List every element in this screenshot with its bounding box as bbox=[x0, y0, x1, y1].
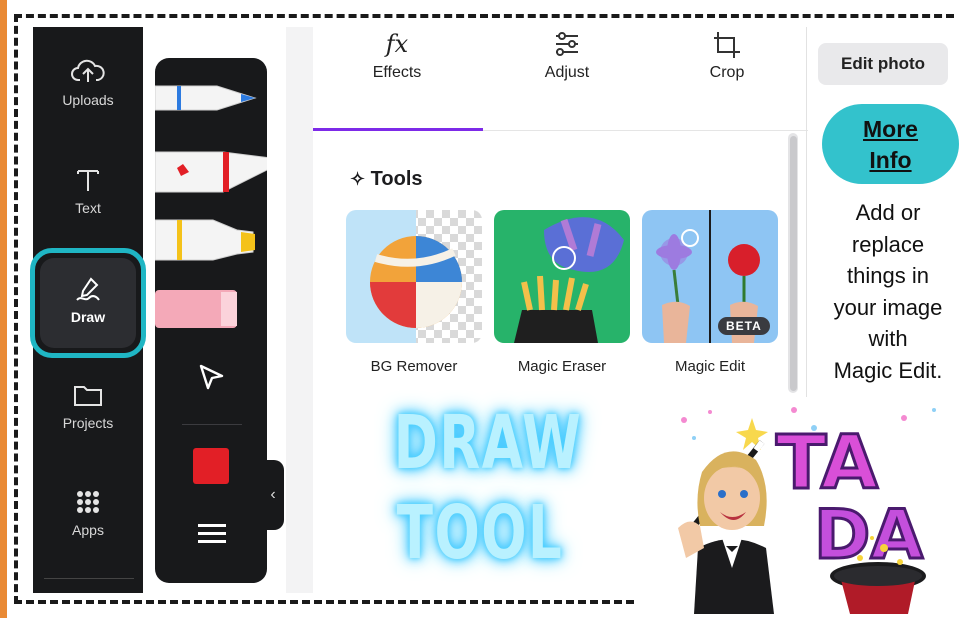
more-info-line1: More bbox=[863, 116, 918, 142]
bg-remover-card[interactable] bbox=[346, 210, 482, 343]
sidebar-item-label: Draw bbox=[70, 309, 106, 325]
text-icon bbox=[77, 170, 99, 191]
draw-icon bbox=[76, 277, 100, 301]
active-tab-indicator bbox=[313, 128, 483, 131]
tab-crop[interactable]: Crop bbox=[652, 30, 802, 82]
avatar bbox=[678, 451, 774, 614]
sparkle-icon: ✧ bbox=[350, 169, 366, 189]
bg-remover-thumbnail bbox=[346, 210, 482, 343]
sidebar-divider bbox=[44, 578, 134, 579]
menu-icon[interactable] bbox=[198, 520, 226, 548]
select-arrow-icon[interactable] bbox=[196, 362, 226, 392]
tools-heading: ✧ Tools bbox=[350, 168, 423, 191]
sidebar-item-text[interactable]: Text bbox=[33, 166, 143, 216]
sidebar-item-label: Text bbox=[75, 200, 101, 216]
color-swatch[interactable] bbox=[193, 448, 229, 484]
scrollbar-thumb[interactable] bbox=[790, 136, 797, 391]
sidebar-item-label: Projects bbox=[62, 415, 114, 431]
tab-adjust[interactable]: Adjust bbox=[492, 30, 642, 82]
orange-edge-bar bbox=[0, 0, 7, 618]
sidebar-item-draw[interactable]: Draw bbox=[33, 275, 143, 325]
dashed-frame-bottom bbox=[14, 600, 634, 604]
sidebar-item-projects[interactable]: Projects bbox=[33, 381, 143, 431]
tools-heading-text: Tools bbox=[370, 168, 423, 190]
description-line: with bbox=[868, 326, 908, 351]
description-line: your image bbox=[833, 294, 943, 320]
tada-sticker: TA DA bbox=[678, 407, 936, 614]
magic-edit-label: Magic Edit bbox=[674, 358, 746, 375]
fx-icon: fx bbox=[385, 30, 409, 58]
grid-icon bbox=[77, 491, 99, 513]
tada-letters: TA DA bbox=[775, 419, 925, 577]
magic-edit-description: Add or replace things in your image with… bbox=[813, 197, 963, 386]
sliders-icon bbox=[556, 32, 578, 56]
more-info-line2: Info bbox=[869, 147, 912, 173]
pen-tool[interactable] bbox=[155, 85, 257, 111]
chevron-left-icon: ‹ bbox=[270, 486, 276, 503]
sidebar-item-label: Uploads bbox=[62, 92, 114, 108]
collapse-panel-button[interactable]: ‹ bbox=[262, 460, 284, 530]
crop-icon bbox=[714, 32, 740, 58]
toolbar-divider bbox=[182, 424, 242, 425]
tab-label: Effects bbox=[372, 64, 422, 81]
right-panel-divider bbox=[806, 27, 807, 397]
description-line: replace bbox=[851, 231, 925, 257]
description-line: Add or bbox=[855, 200, 921, 225]
draw-title-line2: TOOL bbox=[396, 490, 564, 576]
marker-tool[interactable] bbox=[155, 151, 267, 193]
magic-eraser-card[interactable] bbox=[494, 210, 630, 343]
tab-label: Adjust bbox=[544, 64, 590, 81]
sidebar-item-apps[interactable]: Apps bbox=[33, 488, 143, 538]
more-info-button[interactable]: More Info bbox=[822, 104, 959, 184]
sidebar-item-label: Apps bbox=[72, 522, 104, 538]
folder-icon bbox=[74, 386, 102, 406]
beta-badge: BETA bbox=[718, 317, 770, 335]
magic-eraser-label: Magic Eraser bbox=[517, 358, 607, 375]
bg-remover-label: BG Remover bbox=[370, 358, 458, 375]
draw-tools-group bbox=[155, 85, 267, 328]
edit-photo-button[interactable]: Edit photo bbox=[818, 43, 948, 85]
sidebar-item-uploads[interactable]: Uploads bbox=[33, 58, 143, 108]
draw-title-line1: DRAW bbox=[393, 400, 583, 486]
tab-label: Crop bbox=[709, 64, 745, 81]
canvas-gutter bbox=[286, 27, 313, 593]
magic-eraser-thumbnail bbox=[494, 210, 630, 343]
sticker-text-ta: TA bbox=[776, 420, 878, 506]
eraser-tool[interactable] bbox=[155, 290, 237, 328]
cloud-upload-icon bbox=[71, 59, 105, 82]
description-line: things in bbox=[847, 263, 929, 288]
description-line: Magic Edit. bbox=[833, 357, 943, 383]
highlighter-tool[interactable] bbox=[155, 219, 255, 261]
tab-effects[interactable]: fx Effects bbox=[322, 30, 472, 82]
